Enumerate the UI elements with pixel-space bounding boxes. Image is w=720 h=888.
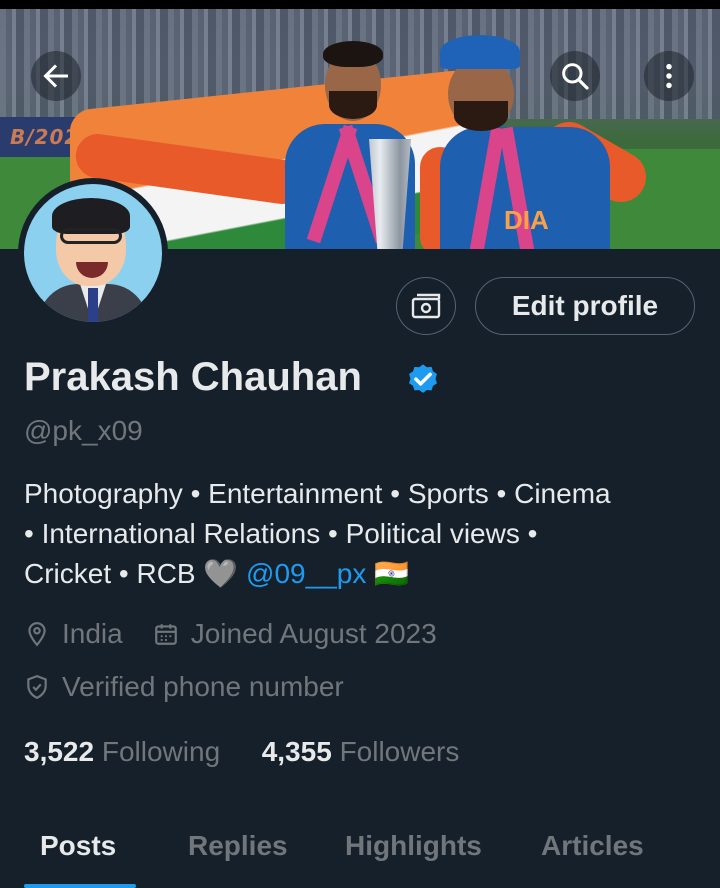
tab-replies[interactable]: Replies [188, 830, 288, 862]
profile-meta-row: India Joined August 2023 [24, 618, 437, 650]
tab-highlights[interactable]: Highlights [345, 830, 482, 862]
status-strip [0, 0, 720, 9]
bio-line: Photography • Entertainment • Sports • C… [24, 478, 611, 509]
money-card-icon [411, 293, 441, 319]
mention-link[interactable]: @09__px [246, 558, 366, 589]
professional-tools-button[interactable] [396, 277, 456, 335]
bio-line: Cricket • RCB 🩶 @09__px 🇮🇳 [24, 554, 704, 594]
avatar-image [24, 184, 162, 322]
profile-bio: Photography • Entertainment • Sports • C… [24, 474, 704, 594]
followers-count: 4,355 [261, 736, 332, 767]
verified-phone-row: Verified phone number [24, 671, 344, 703]
profile-name: Prakash Chauhan [24, 355, 362, 399]
profile-tabs: Posts Replies Highlights Articles [0, 820, 720, 888]
location-icon [28, 622, 46, 647]
profile-handle: @pk_x09 [24, 415, 143, 446]
bio-text: Cricket • RCB 🩶 [24, 558, 239, 589]
more-vertical-icon [666, 63, 672, 89]
tab-articles[interactable]: Articles [541, 830, 644, 862]
active-tab-indicator [24, 884, 136, 888]
jersey-text: DIA [504, 205, 549, 235]
calendar-icon [154, 624, 177, 645]
verified-phone-text: Verified phone number [62, 671, 344, 702]
back-button[interactable] [31, 51, 81, 101]
arrow-left-icon [43, 64, 68, 88]
following-count: 3,522 [24, 736, 95, 767]
shield-check-icon [27, 675, 47, 700]
edit-profile-button[interactable]: Edit profile [475, 277, 695, 335]
india-flag-emoji: 🇮🇳 [374, 558, 409, 589]
following-link[interactable]: 3,522 Following [24, 736, 220, 767]
profile-location: India [62, 618, 123, 649]
more-button[interactable] [644, 51, 694, 101]
profile-joined: Joined August 2023 [190, 618, 437, 649]
search-button[interactable] [550, 51, 600, 101]
player-right: DIA [420, 27, 656, 249]
bio-line: • International Relations • Political vi… [24, 518, 538, 549]
avatar[interactable] [18, 178, 168, 328]
search-icon [562, 63, 589, 90]
following-label: Following [101, 736, 221, 767]
followers-label: Followers [339, 736, 460, 767]
verified-badge-icon [409, 364, 437, 393]
follow-stats: 3,522 Following 4,355 Followers [24, 736, 459, 768]
tab-posts[interactable]: Posts [40, 830, 116, 862]
followers-link[interactable]: 4,355 Followers [262, 736, 460, 767]
